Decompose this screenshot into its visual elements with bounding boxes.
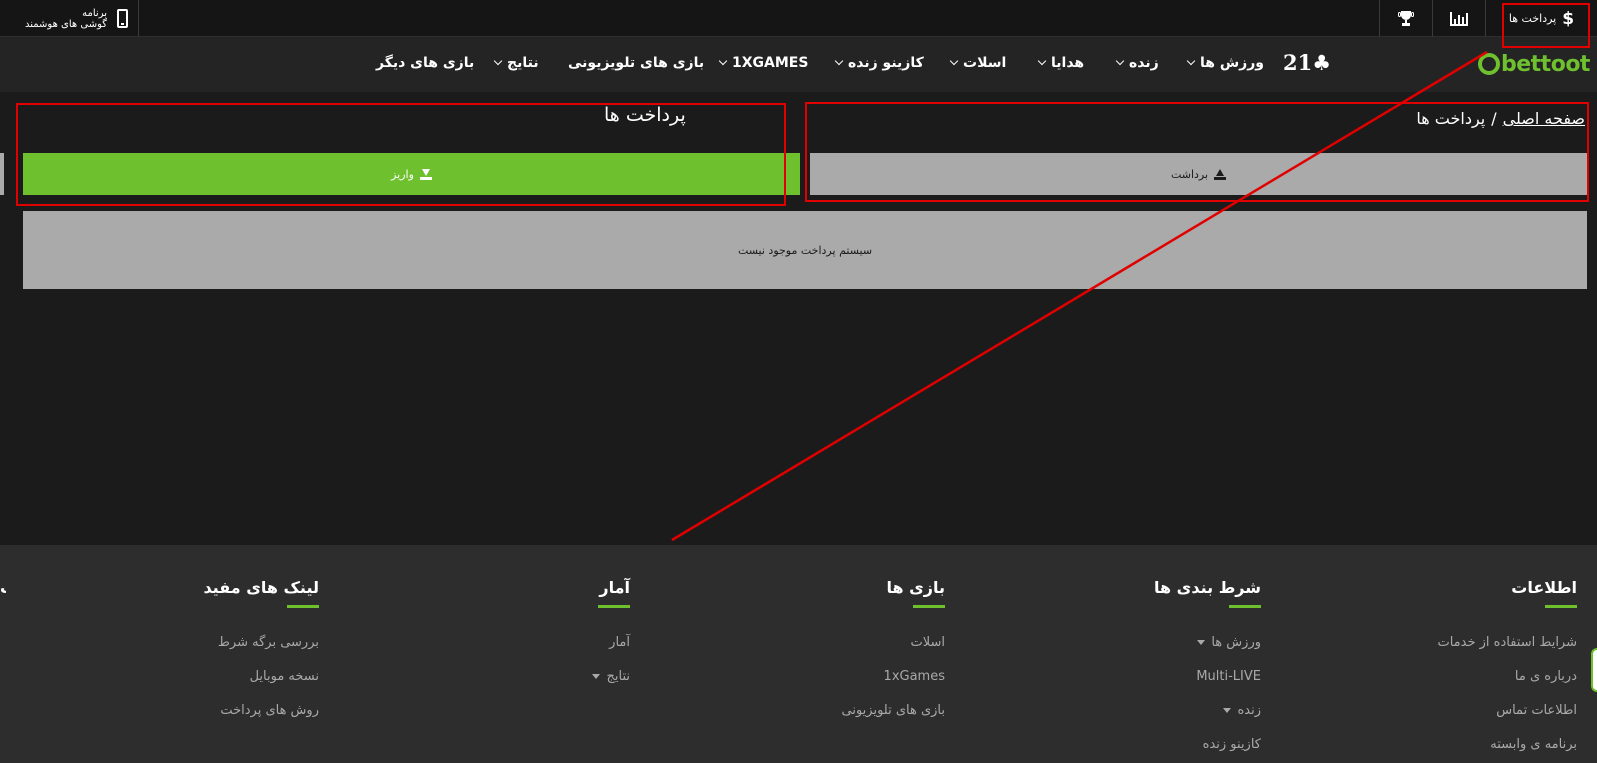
annotation-arrow-line <box>671 50 1488 542</box>
